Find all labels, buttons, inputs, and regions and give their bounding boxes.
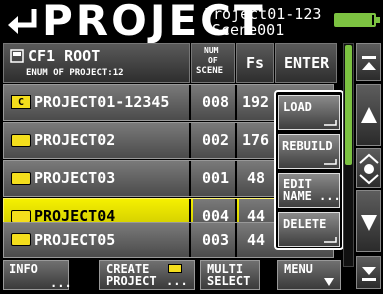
folder-icon	[11, 134, 31, 147]
folder-icon	[11, 233, 31, 246]
ellipsis-icon: ...	[166, 274, 188, 288]
return-arrow-icon	[8, 9, 37, 34]
down-arrow-icon	[361, 215, 377, 231]
enter-glyph-icon	[324, 159, 337, 165]
sample-rate: 176	[242, 131, 270, 149]
rebuild-button[interactable]: REBUILD	[278, 134, 340, 169]
scene-count: 003	[202, 231, 230, 249]
scroll-down-button[interactable]	[356, 190, 381, 252]
sample-rate: 192	[242, 93, 270, 111]
project-name: PROJECT02	[34, 131, 116, 149]
scroll-up-button[interactable]	[356, 84, 381, 146]
jump-to-top-icon	[362, 56, 376, 70]
ellipsis-icon: ...	[319, 189, 341, 203]
menu-button[interactable]: MENU	[277, 260, 341, 290]
create-project-label-2: PROJECT	[106, 274, 157, 288]
media-header: CF1 ROOT ENUM OF PROJECT:12	[3, 43, 190, 83]
project-count: ENUM OF PROJECT:12	[26, 68, 124, 78]
info-button[interactable]: INFO ...	[3, 260, 72, 290]
sample-rate: 48	[247, 169, 266, 187]
back-button[interactable]	[4, 5, 42, 39]
jump-to-bottom-icon	[362, 267, 376, 281]
load-button[interactable]: LOAD	[278, 95, 340, 130]
project-name: PROJECT05	[34, 231, 116, 249]
scroll-top-button[interactable]	[356, 43, 381, 81]
new-folder-icon	[168, 264, 182, 273]
delete-label: DELETE	[283, 217, 327, 231]
enter-label: ENTER	[284, 54, 330, 72]
dropdown-arrow-icon	[324, 278, 334, 286]
battery-terminal	[376, 17, 380, 23]
folder-icon	[11, 172, 31, 185]
num-scene-label-1: NUM	[204, 46, 219, 55]
current-project-icon: C	[11, 95, 31, 109]
sample-rate: 44	[247, 231, 266, 249]
up-arrow-icon	[361, 107, 377, 123]
edit-name-button[interactable]: EDIT NAME ...	[278, 173, 341, 208]
scene-count: 008	[202, 93, 230, 111]
multi-select-button[interactable]: MULTI SELECT	[200, 260, 260, 290]
scroll-thumb[interactable]	[345, 45, 352, 165]
info-label: INFO	[9, 262, 38, 276]
enter-glyph-icon	[324, 120, 337, 126]
menu-label: MENU	[284, 262, 313, 276]
enter-button[interactable]: ENTER	[275, 43, 337, 83]
ellipsis-icon: ...	[50, 276, 72, 290]
multi-select-label-2: SELECT	[207, 274, 251, 288]
rebuild-label: REBUILD	[282, 139, 333, 153]
current-scene-name: Scene001	[212, 21, 285, 39]
delete-button[interactable]: DELETE	[278, 212, 340, 247]
project-name: PROJECT03	[34, 169, 116, 187]
current-position-button[interactable]	[356, 148, 381, 188]
num-scene-header: NUM OF SCENE	[191, 43, 235, 83]
fs-header: Fs	[236, 43, 274, 83]
project-name: PROJECT01-12345	[34, 93, 170, 111]
center-marker-icon	[359, 153, 379, 185]
enter-glyph-icon	[324, 237, 337, 243]
fs-label: Fs	[246, 54, 265, 72]
battery-level	[336, 15, 372, 25]
media-name: CF1 ROOT	[28, 47, 101, 65]
card-icon	[10, 49, 24, 63]
create-project-button[interactable]: CREATE PROJECT ...	[99, 260, 195, 290]
num-scene-label-2: OF	[208, 56, 218, 65]
scene-count: 002	[202, 131, 230, 149]
scroll-bottom-button[interactable]	[356, 256, 381, 289]
scene-count: 001	[202, 169, 230, 187]
edit-name-label-2: NAME	[283, 189, 312, 203]
num-scene-label-3: SCENE	[196, 66, 224, 76]
load-label: LOAD	[283, 100, 312, 114]
